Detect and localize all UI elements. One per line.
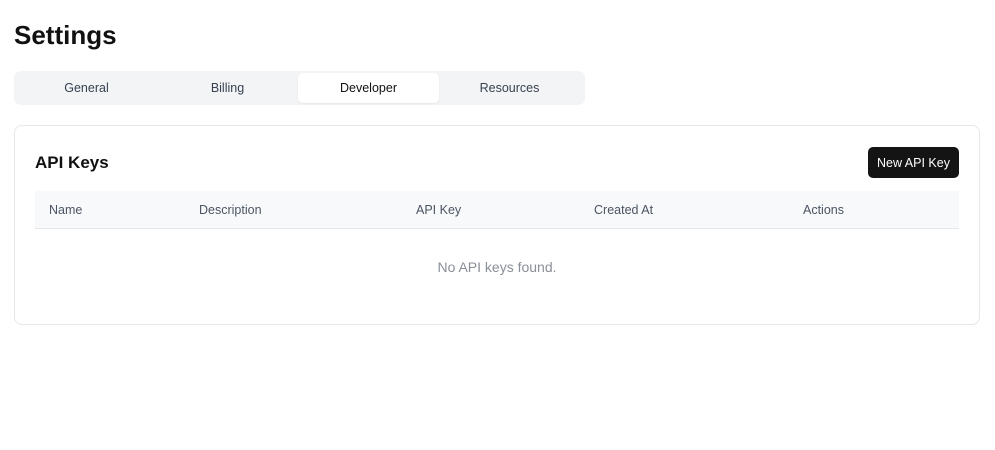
tab-developer[interactable]: Developer xyxy=(298,73,439,103)
column-header-created-at: Created At xyxy=(594,203,654,217)
api-keys-card: API Keys New API Key Name Description AP… xyxy=(14,125,980,325)
settings-page: Settings General Billing Developer Resou… xyxy=(0,0,995,450)
api-keys-title: API Keys xyxy=(35,153,109,172)
api-keys-table: Name Description API Key Created At Acti… xyxy=(35,191,959,305)
page-title: Settings xyxy=(14,20,117,50)
tab-general[interactable]: General xyxy=(16,73,157,103)
table-header: Name Description API Key Created At Acti… xyxy=(35,191,959,229)
column-header-description: Description xyxy=(199,203,262,217)
tab-resources[interactable]: Resources xyxy=(439,73,580,103)
column-header-actions: Actions xyxy=(803,203,844,217)
tab-billing[interactable]: Billing xyxy=(157,73,298,103)
settings-tabs: General Billing Developer Resources xyxy=(14,71,585,105)
empty-state-message: No API keys found. xyxy=(437,259,557,275)
new-api-key-button[interactable]: New API Key xyxy=(868,147,959,178)
column-header-name: Name xyxy=(49,203,83,217)
column-header-api-key: API Key xyxy=(416,203,462,217)
